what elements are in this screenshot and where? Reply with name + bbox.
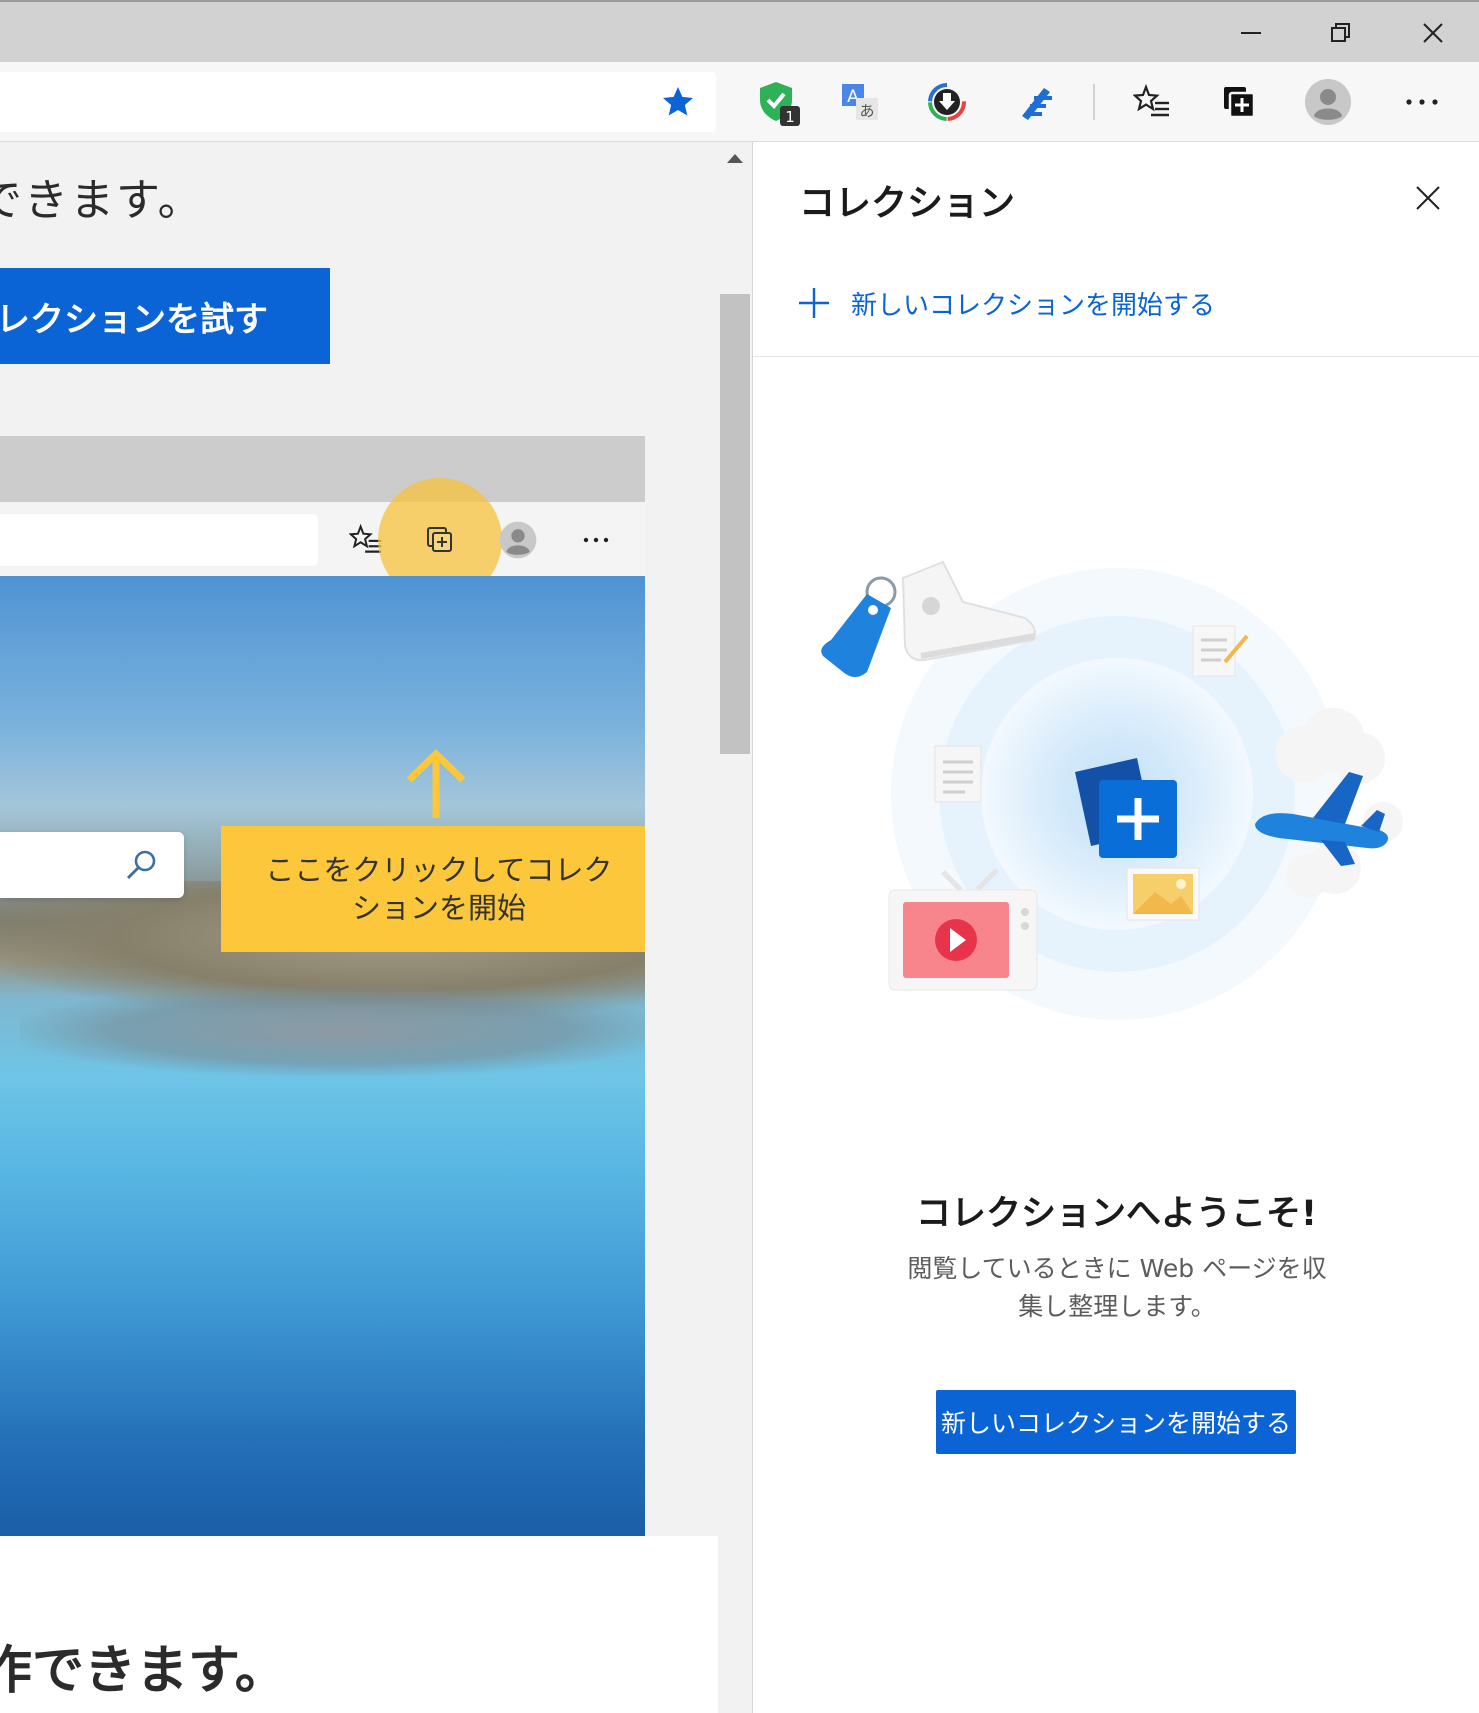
extension-badge: 1 bbox=[785, 108, 795, 126]
title-bar bbox=[0, 0, 1479, 62]
collections-outline-icon bbox=[427, 527, 452, 552]
favorites-icon bbox=[1133, 83, 1169, 117]
download-extension-icon bbox=[928, 83, 966, 121]
browser-mockup-image: ここをクリックしてコレクションを開始 bbox=[0, 436, 645, 1536]
close-icon bbox=[1423, 23, 1443, 43]
image-icon bbox=[1126, 867, 1200, 921]
collections-icon bbox=[1224, 87, 1256, 119]
restore-icon bbox=[1331, 23, 1350, 42]
new-collection-label: 新しいコレクションを開始する bbox=[851, 290, 1216, 321]
start-new-collection-button[interactable]: 新しいコレクションを開始する bbox=[936, 1390, 1296, 1454]
search-icon bbox=[127, 850, 156, 879]
close-icon bbox=[1416, 186, 1440, 210]
mockup-search-box bbox=[0, 832, 184, 898]
close-window-button[interactable] bbox=[1387, 4, 1479, 62]
collections-button[interactable] bbox=[1213, 76, 1265, 128]
try-collections-button[interactable]: レクションを試す bbox=[0, 268, 330, 364]
mockup-title-bar bbox=[0, 436, 645, 502]
add-favorite-button[interactable] bbox=[660, 84, 696, 124]
minimize-icon bbox=[1241, 32, 1261, 34]
panel-close-button[interactable] bbox=[1408, 178, 1448, 218]
download-extension-button[interactable] bbox=[921, 76, 973, 128]
collections-illustration bbox=[821, 560, 1403, 1020]
plus-icon bbox=[799, 288, 829, 318]
landscape-image: ここをクリックしてコレクションを開始 bbox=[0, 576, 645, 1536]
web-page-content: できます。 レクションを試す ここをクリックしてコレクションを開始 作できます。 bbox=[0, 142, 752, 1713]
more-icon bbox=[583, 537, 609, 543]
favorite-star-icon bbox=[663, 87, 693, 116]
browser-toolbar: 1 A あ bbox=[0, 62, 1479, 142]
mockup-address-bar bbox=[0, 514, 318, 566]
more-icon bbox=[1406, 99, 1438, 105]
panel-divider bbox=[753, 356, 1479, 357]
profile-button[interactable] bbox=[1302, 76, 1354, 128]
shield-extension-icon: 1 bbox=[760, 82, 800, 126]
shield-extension-button[interactable]: 1 bbox=[752, 76, 804, 128]
pen-extension-icon bbox=[1022, 88, 1052, 120]
mockup-profile bbox=[498, 520, 538, 560]
panel-title: コレクション bbox=[799, 183, 1016, 224]
page-heading: できます。 bbox=[0, 175, 204, 226]
address-bar[interactable] bbox=[0, 72, 716, 132]
translate-icon: A あ bbox=[842, 84, 878, 120]
mockup-collections bbox=[420, 520, 460, 560]
page-heading-bottom: 作できます。 bbox=[0, 1641, 287, 1701]
translate-button[interactable]: A あ bbox=[834, 76, 886, 128]
svg-text:あ: あ bbox=[859, 102, 874, 120]
scroll-up-arrow-icon[interactable] bbox=[727, 154, 743, 163]
mockup-toolbar bbox=[0, 478, 645, 602]
toolbar-separator bbox=[1093, 84, 1095, 120]
minimize-button[interactable] bbox=[1205, 4, 1297, 62]
arrow-up-icon bbox=[406, 749, 466, 818]
more-button[interactable] bbox=[1396, 76, 1448, 128]
pen-extension-button[interactable] bbox=[1010, 76, 1062, 128]
shore-shape bbox=[20, 986, 645, 1076]
callout-tooltip: ここをクリックしてコレクションを開始 bbox=[221, 826, 645, 952]
welcome-description: 閲覧しているときに Web ページを収集し整理します。 bbox=[907, 1254, 1327, 1321]
profile-icon bbox=[499, 521, 537, 559]
scroll-thumb[interactable] bbox=[720, 294, 750, 754]
restore-button[interactable] bbox=[1295, 4, 1387, 62]
welcome-title: コレクションへようこそ! bbox=[916, 1194, 1317, 1234]
page-scrollbar[interactable] bbox=[718, 142, 752, 1713]
article-icon bbox=[934, 745, 982, 803]
page-section-bottom: 作できます。 bbox=[0, 1536, 718, 1713]
tag-icon bbox=[821, 576, 897, 677]
collections-panel: コレクション 新しいコレクションを開始する コレクションへようこそ! 閲覧してい… bbox=[752, 142, 1479, 1713]
mockup-more bbox=[576, 520, 616, 560]
favorites-button[interactable] bbox=[1126, 76, 1178, 128]
profile-icon bbox=[1305, 79, 1351, 125]
new-collection-link[interactable]: 新しいコレクションを開始する bbox=[797, 280, 1215, 326]
